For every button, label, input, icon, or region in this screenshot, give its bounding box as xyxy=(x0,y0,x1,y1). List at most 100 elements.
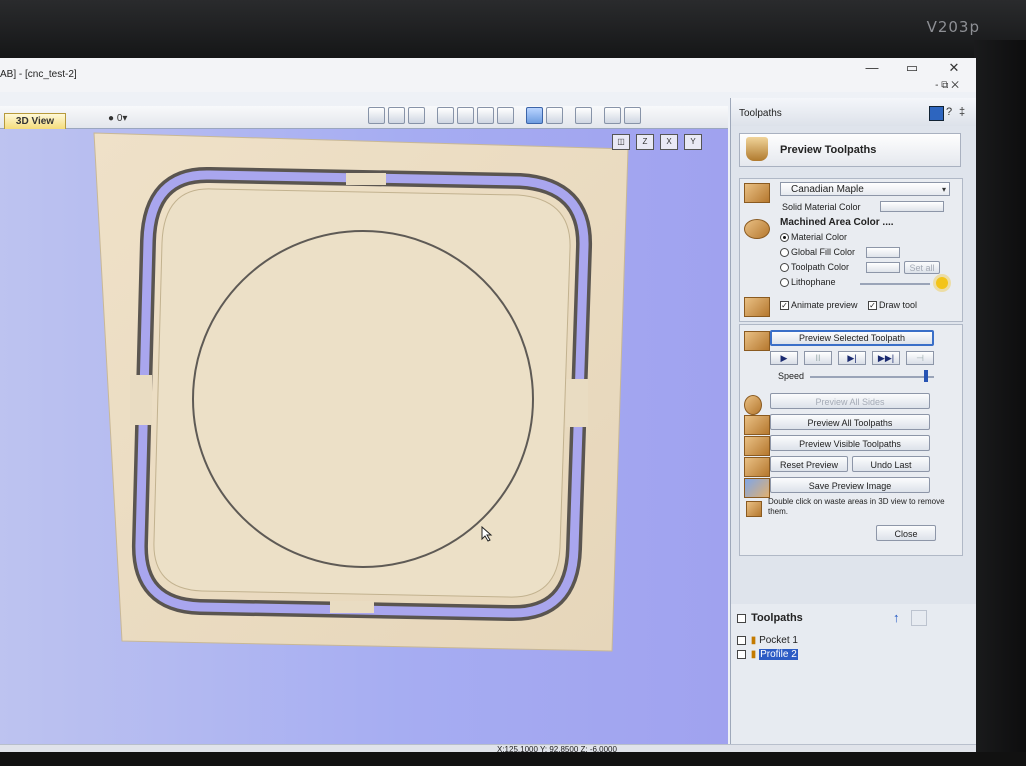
move-up-icon[interactable]: ↑ xyxy=(893,610,907,625)
animate-preview-checkbox[interactable]: ✓ Animate preview xyxy=(780,300,858,311)
radio-material-color[interactable]: Material Color xyxy=(780,232,848,243)
monitor-bezel-right xyxy=(974,40,1026,766)
swap-view-icon[interactable] xyxy=(546,107,563,124)
z-view-icon[interactable]: Z xyxy=(636,134,654,150)
toolpath-list-header[interactable]: Toolpaths xyxy=(737,612,803,624)
restore-button[interactable]: ▭ xyxy=(900,60,924,76)
preview-toolpaths-icon xyxy=(746,137,768,161)
lighting-icon[interactable] xyxy=(575,107,592,124)
panel-dock-icon[interactable] xyxy=(929,106,944,121)
pause-icon[interactable]: II xyxy=(804,351,832,365)
holding-tab xyxy=(330,601,374,613)
split-view-icon[interactable] xyxy=(604,107,621,124)
monitor-brand-label: V203p xyxy=(926,18,980,36)
skip-end-icon[interactable]: ▶▶| xyxy=(872,351,900,365)
preview-selected-icon xyxy=(744,331,770,351)
playback-controls: ▶ II ▶| ▶▶| ⊣ xyxy=(770,351,940,367)
draw-tool-label: Draw tool xyxy=(879,300,918,310)
toolpath-visibility-checkbox[interactable] xyxy=(737,649,746,659)
holding-tab xyxy=(346,173,386,185)
radio-lithophane-knob xyxy=(780,278,789,288)
play-icon[interactable]: ▶ xyxy=(770,351,798,365)
solid-material-color-picker[interactable] xyxy=(880,201,944,212)
radio-lithophane-label: Lithophane xyxy=(791,277,836,287)
close-panel-button[interactable]: Close xyxy=(876,525,936,541)
zoom-box-icon[interactable] xyxy=(457,107,474,124)
draw-tool-check: ✓ xyxy=(868,301,877,311)
toolpaths-panel: Toolpaths ? ‡ Preview Toolpaths Canadian… xyxy=(730,98,976,744)
y-view-icon[interactable]: Y xyxy=(684,134,702,150)
preview-visible-toolpaths-icon xyxy=(744,436,770,456)
light-icon[interactable] xyxy=(936,277,948,289)
move-down-icon[interactable] xyxy=(911,610,927,626)
step-forward-icon[interactable]: ▶| xyxy=(838,351,866,365)
lithophane-slider[interactable] xyxy=(860,283,930,285)
snap-icon[interactable] xyxy=(368,107,385,124)
solid-material-label: Solid Material Color xyxy=(782,202,861,212)
preview-selected-toolpath-button[interactable]: Preview Selected Toolpath xyxy=(770,330,934,346)
toolpath-view-icon[interactable] xyxy=(526,107,543,124)
zoom-icon[interactable] xyxy=(477,107,494,124)
material-settings-group: Canadian Maple ▾ Solid Material Color Ma… xyxy=(739,178,963,322)
preview-visible-toolpaths-button[interactable]: Preview Visible Toolpaths xyxy=(770,435,930,451)
close-window-button[interactable]: ✕ xyxy=(942,60,966,76)
stop-icon[interactable]: ⊣ xyxy=(906,351,934,365)
save-image-icon xyxy=(744,478,770,498)
help-icon[interactable]: ? xyxy=(946,106,952,118)
3d-viewport[interactable] xyxy=(0,129,728,754)
radio-material-color-knob xyxy=(780,233,789,243)
minimize-button[interactable]: — xyxy=(860,60,884,75)
toolpath-list-title: Toolpaths xyxy=(751,612,803,624)
waste-removal-hint: Double click on waste areas in 3D view t… xyxy=(768,497,945,516)
window-title: AB] - [cnc_test-2] xyxy=(0,69,77,80)
holding-tab xyxy=(130,375,152,425)
screen: AB] - [cnc_test-2] — ▭ ✕ - ⧉ ✕ 3D View ●… xyxy=(0,58,976,754)
material-dropdown[interactable]: Canadian Maple ▾ xyxy=(780,182,950,196)
toolpath-item[interactable]: ▮ Pocket 1 xyxy=(737,635,798,646)
toolpath-visibility-checkbox[interactable] xyxy=(737,635,746,645)
radio-toolpath-color-knob xyxy=(780,263,789,273)
pan-icon[interactable] xyxy=(437,107,454,124)
document-controls[interactable]: - ⧉ ✕ xyxy=(922,80,972,91)
grid-icon[interactable] xyxy=(408,107,425,124)
machined-area-icon xyxy=(744,219,770,239)
toolpath-type-icon: ▮ xyxy=(750,649,757,660)
set-all-button[interactable]: Set all xyxy=(904,261,940,274)
reset-preview-button[interactable]: Reset Preview xyxy=(770,456,848,472)
toolpath-color-picker[interactable] xyxy=(866,262,900,273)
layer-selector[interactable]: ● 0▾ xyxy=(108,113,127,124)
toolpath-type-icon: ▮ xyxy=(750,635,757,646)
pin-icon[interactable]: ‡ xyxy=(959,106,965,118)
toolpath-item[interactable]: ▮ Profile 2 xyxy=(737,649,798,660)
layout-icon[interactable] xyxy=(624,107,641,124)
preview-toolpaths-title: Preview Toolpaths xyxy=(780,144,877,156)
workpiece-render xyxy=(93,132,629,652)
undo-last-button[interactable]: Undo Last xyxy=(852,456,930,472)
save-preview-image-button[interactable]: Save Preview Image xyxy=(770,477,930,493)
mouse-cursor xyxy=(481,526,493,542)
speed-slider-thumb[interactable] xyxy=(924,370,929,382)
radio-global-fill-label: Global Fill Color xyxy=(791,247,856,257)
x-view-icon[interactable]: X xyxy=(660,134,678,150)
waste-removal-icon xyxy=(746,501,762,517)
animate-preview-icon xyxy=(744,297,770,317)
panel-title: Toolpaths xyxy=(739,108,782,119)
radio-toolpath-color[interactable]: Toolpath Color xyxy=(780,262,849,273)
radio-lithophane[interactable]: Lithophane xyxy=(780,277,836,288)
holding-tab xyxy=(566,379,588,427)
radio-global-fill[interactable]: Global Fill Color xyxy=(780,247,856,258)
view-toolbar xyxy=(368,107,641,124)
machined-part xyxy=(153,188,571,598)
speed-slider-track[interactable] xyxy=(810,376,934,378)
radio-material-color-label: Material Color xyxy=(791,232,848,242)
monitor-bezel-top: V203p xyxy=(0,0,1026,58)
zoom-all-icon[interactable] xyxy=(497,107,514,124)
global-fill-color-picker[interactable] xyxy=(866,247,900,258)
iso-view-icon[interactable]: ◫ xyxy=(612,134,630,150)
tab-3d-view[interactable]: 3D View xyxy=(4,113,66,129)
preview-all-sides-button[interactable]: Preview All Sides xyxy=(770,393,930,409)
grid-view-icon[interactable] xyxy=(388,107,405,124)
draw-tool-checkbox[interactable]: ✓ Draw tool xyxy=(868,300,918,311)
preview-all-toolpaths-button[interactable]: Preview All Toolpaths xyxy=(770,414,930,430)
layer-selector-value: 0▾ xyxy=(116,113,128,124)
